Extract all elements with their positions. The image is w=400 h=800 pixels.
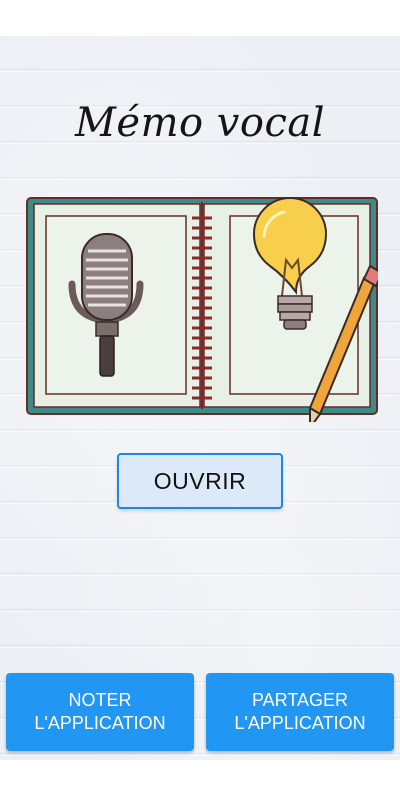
rate-app-button[interactable]: NOTER L'APPLICATION bbox=[6, 673, 194, 751]
open-button[interactable]: OUVRIR bbox=[117, 453, 283, 509]
status-bar bbox=[0, 0, 400, 36]
notebook-illustration bbox=[26, 197, 378, 422]
navigation-bar-area bbox=[0, 760, 400, 800]
share-app-button[interactable]: PARTAGER L'APPLICATION bbox=[206, 673, 394, 751]
app-title: Mémo vocal bbox=[74, 100, 326, 146]
